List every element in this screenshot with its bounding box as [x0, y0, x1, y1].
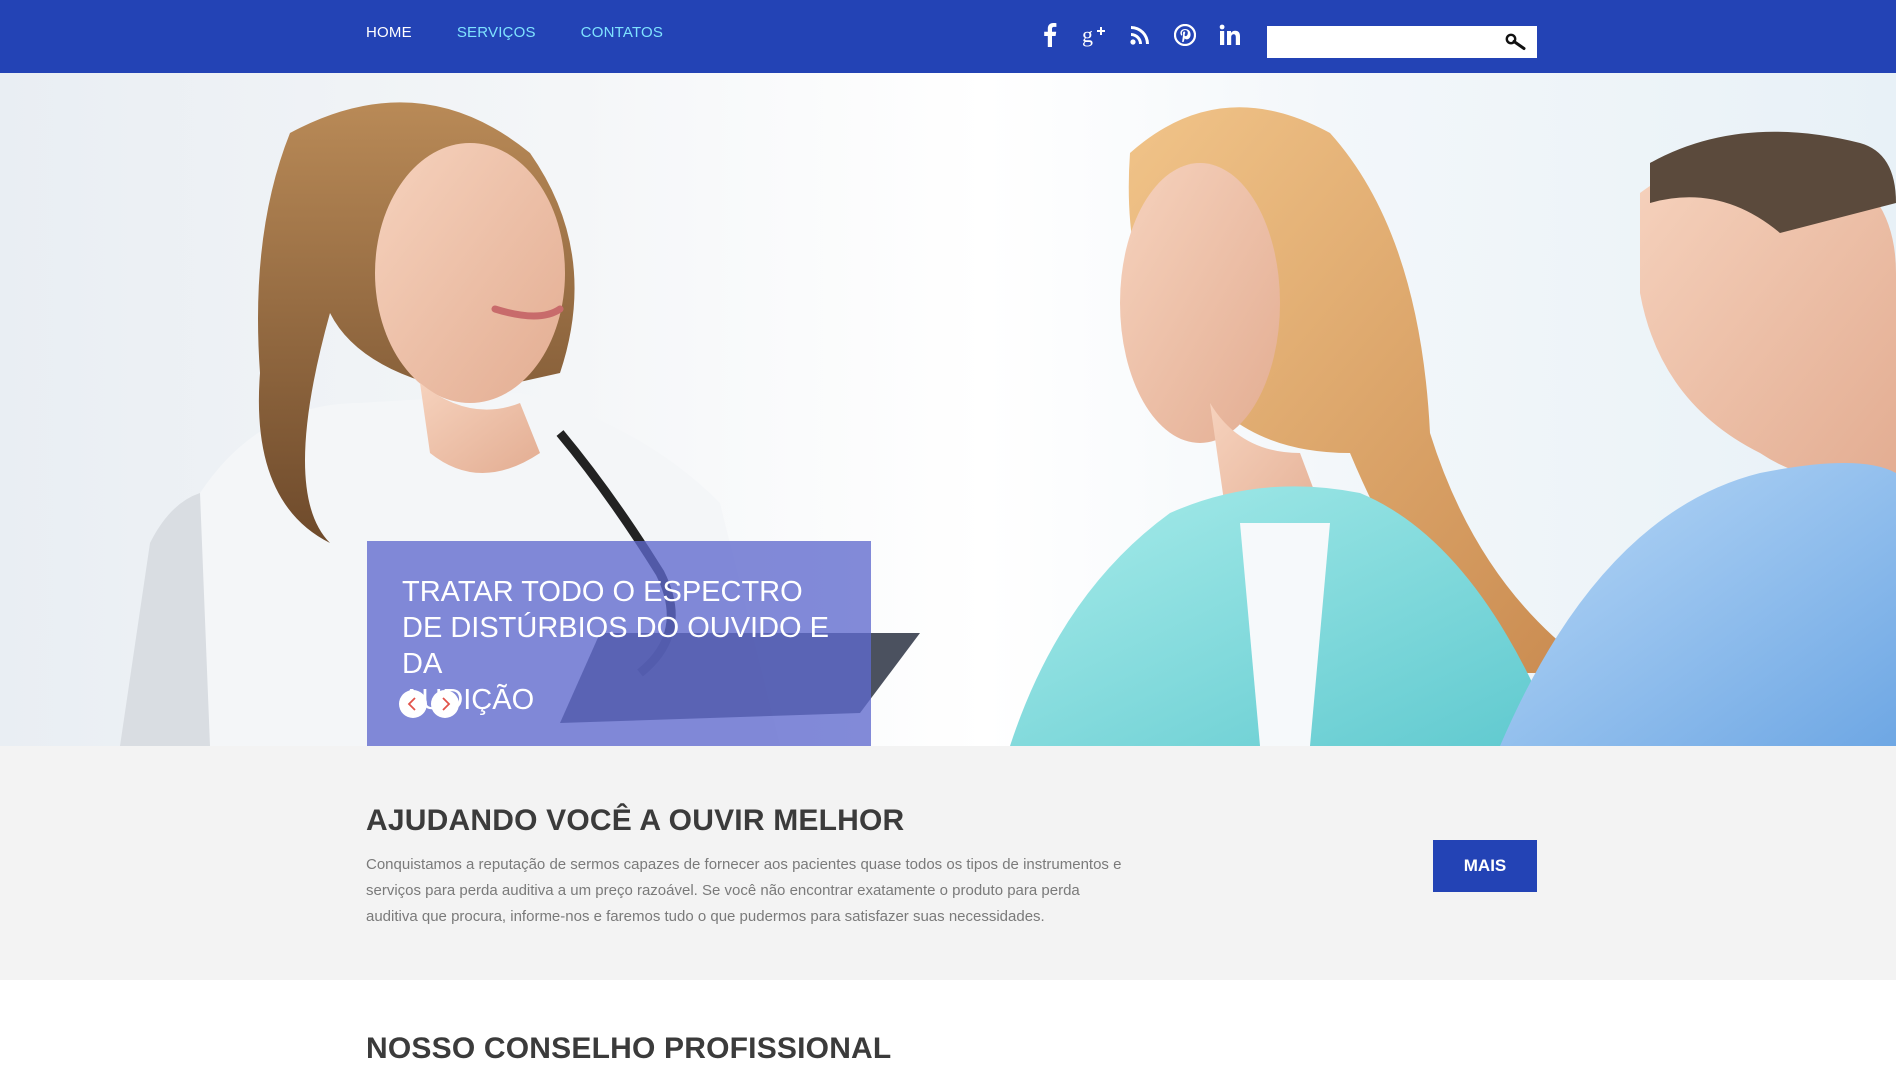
hero-slider: TRATAR TODO O ESPECTRO DE DISTÚRBIOS DO … [0, 73, 1896, 746]
nav-item-home[interactable]: HOME [366, 24, 412, 41]
linkedin-icon[interactable] [1217, 20, 1243, 50]
facebook-icon[interactable] [1037, 20, 1063, 50]
next-slide-button[interactable] [431, 690, 459, 718]
advice-title: NOSSO CONSELHO PROFISSIONAL [366, 1032, 892, 1065]
slider-arrows [399, 690, 459, 718]
more-button[interactable]: MAIS [1433, 840, 1537, 892]
main-nav: HOME SERVIÇOS CONTATOS [366, 24, 663, 41]
slide-caption-text: TRATAR TODO O ESPECTRO DE DISTÚRBIOS DO … [402, 574, 842, 718]
nav-item-contatos[interactable]: CONTATOS [581, 24, 663, 41]
intro-title: AJUDANDO VOCÊ A OUVIR MELHOR [366, 804, 905, 837]
top-navbar: HOME SERVIÇOS CONTATOS g [0, 0, 1896, 73]
search-input[interactable] [1267, 26, 1493, 58]
slide-caption: TRATAR TODO O ESPECTRO DE DISTÚRBIOS DO … [367, 541, 871, 746]
social-links: g [1037, 20, 1243, 50]
hero-image [120, 102, 1896, 746]
search-icon[interactable] [1505, 33, 1527, 51]
caption-line-2: DE DISTÚRBIOS DO OUVIDO E DA [402, 612, 829, 680]
chevron-right-icon [442, 697, 451, 711]
caption-line-1: TRATAR TODO O ESPECTRO [402, 576, 803, 608]
chevron-left-icon [407, 697, 416, 711]
google-plus-icon[interactable]: g [1082, 20, 1108, 50]
intro-section: AJUDANDO VOCÊ A OUVIR MELHOR Conquistamo… [0, 746, 1896, 980]
search-box [1267, 26, 1537, 58]
prev-slide-button[interactable] [399, 690, 427, 718]
rss-icon[interactable] [1127, 20, 1153, 50]
caption-line-3: AUDIÇÃO [402, 684, 535, 716]
nav-item-servicos[interactable]: SERVIÇOS [457, 24, 536, 41]
pinterest-icon[interactable] [1172, 20, 1198, 50]
svg-text:g: g [1082, 23, 1093, 47]
intro-text: Conquistamos a reputação de sermos capaz… [366, 856, 1122, 925]
